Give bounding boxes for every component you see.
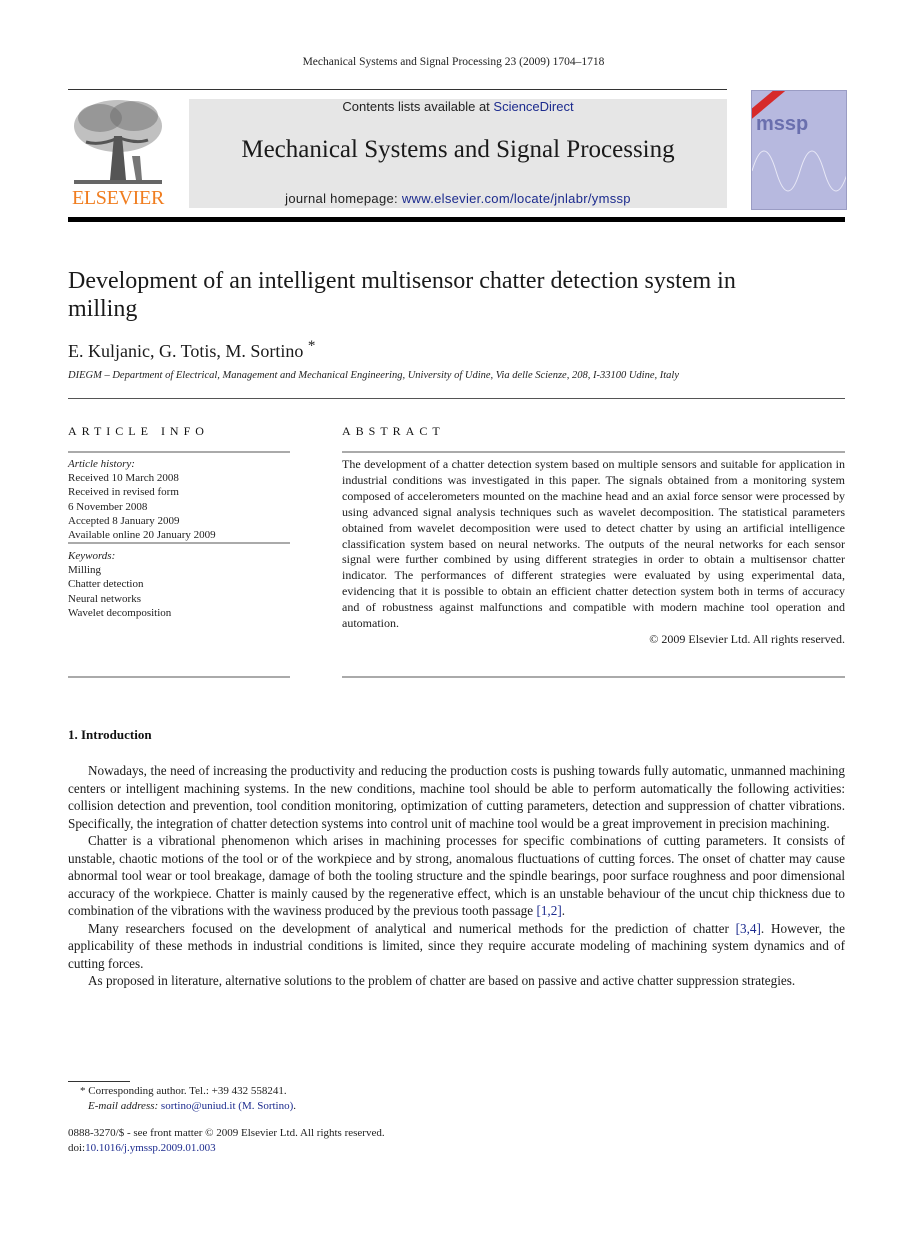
keyword: Neural networks xyxy=(68,592,142,605)
email-label: E-mail address: xyxy=(88,1100,161,1112)
history-item: Accepted 8 January 2009 xyxy=(68,514,180,527)
corresponding-author-note: * Corresponding author. Tel.: +39 432 55… xyxy=(80,1085,287,1097)
abstract-rule xyxy=(342,451,845,453)
history-item: Received 10 March 2008 xyxy=(68,472,179,485)
article-title: Development of an intelligent multisenso… xyxy=(68,268,736,322)
running-head: Mechanical Systems and Signal Processing… xyxy=(302,56,605,68)
issn-line: 0888-3270/$ - see front matter © 2009 El… xyxy=(68,1127,385,1139)
abstract-body: The development of a chatter detection s… xyxy=(342,457,845,648)
paragraph: Nowadays, the need of increasing the pro… xyxy=(68,762,845,832)
contents-line: Contents lists available at ScienceDirec… xyxy=(189,99,727,114)
homepage-line: journal homepage: www.elsevier.com/locat… xyxy=(189,191,727,206)
section-heading: 1. Introduction xyxy=(68,727,152,742)
citation-link[interactable]: [1,2] xyxy=(536,903,561,918)
doi-link[interactable]: 10.1016/j.ymssp.2009.01.003 xyxy=(85,1142,215,1154)
paragraph-text: Many researchers focused on the developm… xyxy=(88,920,736,936)
affiliation-rule xyxy=(68,398,845,399)
keyword: Milling xyxy=(68,564,102,577)
abstract-copyright: © 2009 Elsevier Ltd. All rights reserved… xyxy=(649,631,845,646)
article-history: Article history: Received 10 March 2008 … xyxy=(68,457,290,542)
paragraph: Many researchers focused on the developm… xyxy=(68,920,845,973)
elsevier-wordmark: ELSEVIER xyxy=(71,187,165,209)
publisher-logo[interactable]: ELSEVIER xyxy=(68,96,168,210)
journal-banner: Contents lists available at ScienceDirec… xyxy=(189,99,727,208)
info-rule xyxy=(68,542,290,544)
abstract-text: The development of a chatter detection s… xyxy=(342,457,845,631)
abstract-heading: ABSTRACT xyxy=(342,424,445,438)
info-rule xyxy=(68,676,290,678)
corresponding-author-mark[interactable]: * xyxy=(308,338,316,354)
author-list: E. Kuljanic, G. Totis, M. Sortino * xyxy=(68,338,315,362)
affiliation: DIEGM – Department of Electrical, Manage… xyxy=(68,370,679,381)
email-note: E-mail address: sortino@uniud.it (M. Sor… xyxy=(68,1099,296,1114)
keyword: Wavelet decomposition xyxy=(68,606,172,619)
introduction-body: Nowadays, the need of increasing the pro… xyxy=(68,762,845,990)
doi-label: doi: xyxy=(68,1142,86,1154)
masthead-rule xyxy=(68,217,845,222)
info-rule xyxy=(68,451,290,453)
journal-cover[interactable]: mssp xyxy=(751,90,847,210)
paragraph-text: Nowadays, the need of increasing the pro… xyxy=(68,763,845,831)
paragraph: Chatter is a vibrational phenomenon whic… xyxy=(68,832,845,920)
abstract-rule xyxy=(342,676,845,678)
history-item: Received in revised form xyxy=(68,486,179,499)
footnotes: * Corresponding author. Tel.: +39 432 55… xyxy=(68,1084,296,1114)
history-label: Article history: xyxy=(68,458,135,470)
sine-wave-icon xyxy=(752,150,846,192)
email-link[interactable]: sortino@uniud.it (M. Sortino) xyxy=(161,1100,293,1112)
header-rule xyxy=(68,89,727,90)
keywords-label: Keywords: xyxy=(68,550,116,562)
journal-title: Mechanical Systems and Signal Processing xyxy=(241,136,675,163)
paragraph-text: Chatter is a vibrational phenomenon whic… xyxy=(68,833,845,918)
paragraph-text: . xyxy=(561,903,566,918)
homepage-prefix: journal homepage: xyxy=(285,191,402,206)
contents-prefix: Contents lists available at xyxy=(342,99,494,114)
history-item: Available online 20 January 2009 xyxy=(68,529,216,542)
footnote-rule xyxy=(68,1081,130,1082)
doi-line: doi:10.1016/j.ymssp.2009.01.003 xyxy=(68,1141,385,1156)
front-matter: 0888-3270/$ - see front matter © 2009 El… xyxy=(68,1126,385,1156)
keyword: Chatter detection xyxy=(68,578,144,591)
email-after: . xyxy=(293,1100,297,1112)
keywords: Keywords: Milling Chatter detection Neur… xyxy=(68,549,290,620)
citation-link[interactable]: [3,4] xyxy=(736,921,761,936)
tree-icon xyxy=(70,96,166,188)
sciencedirect-link[interactable]: ScienceDirect xyxy=(493,99,573,114)
paragraph: As proposed in literature, alternative s… xyxy=(68,972,845,990)
authors: E. Kuljanic, G. Totis, M. Sortino xyxy=(68,341,304,361)
article-info-heading: ARTICLE INFO xyxy=(68,424,209,438)
homepage-link[interactable]: www.elsevier.com/locate/jnlabr/ymssp xyxy=(402,191,631,206)
history-item: 6 November 2008 xyxy=(68,500,148,513)
paragraph-text: As proposed in literature, alternative s… xyxy=(88,973,796,988)
